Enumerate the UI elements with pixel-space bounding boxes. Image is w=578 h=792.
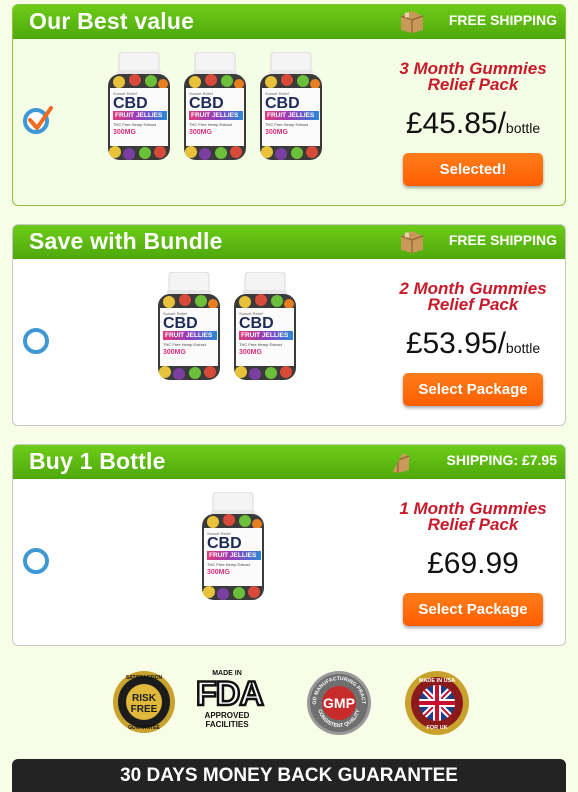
bottle-cbd: CBD [207, 535, 242, 552]
box-icon [389, 451, 410, 473]
cbd-bottle-image: Sunset Relief CBD FRUIT JELLIES THC Free… [181, 51, 249, 162]
svg-text:FOR UK: FOR UK [426, 725, 447, 731]
made-in-usa-badge: MADE IN USA FOR UK [405, 671, 469, 735]
offer-details: 3 Month Gummies Relief Pack £45.85/bottle… [398, 59, 548, 186]
shipping-label: FREE SHIPPING [448, 12, 557, 28]
bottle-tagline: THC Free Hemp Extract [239, 342, 282, 347]
bottle-cbd: CBD [113, 95, 148, 112]
checkmark-icon [28, 106, 53, 130]
card-title: Buy 1 Bottle [29, 448, 166, 474]
shipping-banner: SHIPPING: £7.95 [389, 445, 565, 479]
bottle-product: FRUIT JELLIES [189, 111, 243, 120]
shipping-banner: FREE SHIPPING [389, 5, 565, 39]
svg-text:FREE: FREE [131, 704, 158, 715]
select-package-button[interactable]: Select Package [403, 593, 543, 626]
svg-text:MADE IN USA: MADE IN USA [419, 678, 455, 684]
bottle-product: FRUIT JELLIES [163, 331, 217, 340]
risk-free-guarantee-badge: SATISFACTION RISK FREE GUARANTEE [113, 671, 175, 733]
cbd-bottle-image: Sunset Relief CBD FRUIT JELLIES THC Free… [257, 51, 325, 162]
bottle-dose: 300MG [189, 129, 212, 136]
card-header: Buy 1 Bottle SHIPPING: £7.95 [13, 445, 565, 479]
package-radio[interactable] [23, 548, 49, 574]
svg-text:GUARANTEE: GUARANTEE [128, 725, 160, 731]
cbd-bottle-image: Sunset Relief CBD FRUIT JELLIES THC Free… [231, 271, 299, 382]
price: £53.95/bottle [405, 327, 541, 360]
shipping-label: FREE SHIPPING [448, 232, 557, 248]
offer-details: 1 Month Gummies Relief Pack £69.99 Select… [398, 499, 548, 626]
bottle-product: FRUIT JELLIES [113, 111, 167, 120]
bottle-product: FRUIT JELLIES [207, 551, 261, 560]
card-header: Save with Bundle FREE SHIPPING [13, 225, 565, 259]
fda-line1: APPROVED [204, 711, 250, 720]
price: £45.85/bottle [405, 107, 541, 140]
bottle-tagline: THC Free Hemp Extract [113, 122, 156, 127]
box-icon [400, 11, 424, 33]
gmp-badge: GOOD MANUFACTURING PRACTICE CONSISTENT Q… [306, 670, 371, 735]
bottle-dose: 300MG [163, 349, 186, 356]
bottle-group: Sunset Relief CBD FRUIT JELLIES THC Free… [155, 271, 299, 382]
bottle-tagline: THC Free Hemp Extract [163, 342, 206, 347]
bottle-cbd: CBD [265, 95, 300, 112]
bottle-cbd: CBD [189, 95, 224, 112]
bottle-tagline: THC Free Hemp Extract [207, 562, 250, 567]
bottle-tagline: THC Free Hemp Extract [265, 122, 308, 127]
card-title: Our Best value [29, 8, 195, 34]
trust-badges: SATISFACTION RISK FREE GUARANTEE MADE IN… [0, 670, 578, 740]
bottle-dose: 300MG [113, 129, 136, 136]
price: £69.99 [427, 547, 519, 580]
money-back-guarantee-banner: 30 DAYS MONEY BACK GUARANTEE [12, 759, 566, 792]
bottle-dose: 300MG [239, 349, 262, 356]
cbd-bottle-image: Sunset Relief CBD FRUIT JELLIES THC Free… [199, 491, 267, 602]
svg-text:GMP: GMP [323, 695, 355, 711]
package-radio-checked[interactable] [23, 106, 53, 134]
svg-text:SATISFACTION: SATISFACTION [126, 675, 163, 681]
fda-mark: FDA [195, 675, 265, 713]
package-card-3-month[interactable]: Our Best value FREE SHIPPING Sunset Reli… [12, 4, 566, 206]
offer-name: 1 Month Gummies Relief Pack [399, 499, 547, 534]
shipping-label: SHIPPING: £7.95 [446, 452, 558, 468]
bottle-group: Sunset Relief CBD FRUIT JELLIES THC Free… [199, 491, 267, 602]
bottle-group: Sunset Relief CBD FRUIT JELLIES THC Free… [105, 51, 325, 162]
package-card-2-month[interactable]: Save with Bundle FREE SHIPPING Sunset Re… [12, 224, 566, 426]
card-title: Save with Bundle [29, 228, 223, 254]
select-package-button[interactable]: Select Package [403, 373, 543, 406]
bottle-product: FRUIT JELLIES [265, 111, 319, 120]
bottle-tagline: THC Free Hemp Extract [189, 122, 232, 127]
selected-button[interactable]: Selected! [403, 153, 543, 186]
cbd-bottle-image: Sunset Relief CBD FRUIT JELLIES THC Free… [105, 51, 173, 162]
offer-name: 2 Month Gummies Relief Pack [399, 279, 547, 314]
package-card-1-month[interactable]: Buy 1 Bottle SHIPPING: £7.95 Sunset Reli… [12, 444, 566, 646]
offer-name: 3 Month Gummies Relief Pack [399, 59, 547, 94]
offer-details: 2 Month Gummies Relief Pack £53.95/bottle… [398, 279, 548, 406]
bottle-dose: 300MG [265, 129, 288, 136]
shipping-banner: FREE SHIPPING [389, 225, 565, 259]
fda-line2: FACILITIES [205, 720, 249, 729]
bottle-cbd: CBD [239, 315, 274, 332]
cbd-bottle-image: Sunset Relief CBD FRUIT JELLIES THC Free… [155, 271, 223, 382]
bottle-cbd: CBD [163, 315, 198, 332]
box-icon [400, 231, 424, 253]
bottle-dose: 300MG [207, 569, 230, 576]
svg-text:RISK: RISK [132, 693, 157, 704]
card-header: Our Best value FREE SHIPPING [13, 5, 565, 39]
fda-badge: MADE IN FDA APPROVED FACILITIES [195, 670, 265, 729]
bottle-product: FRUIT JELLIES [239, 331, 293, 340]
package-radio[interactable] [23, 328, 49, 354]
